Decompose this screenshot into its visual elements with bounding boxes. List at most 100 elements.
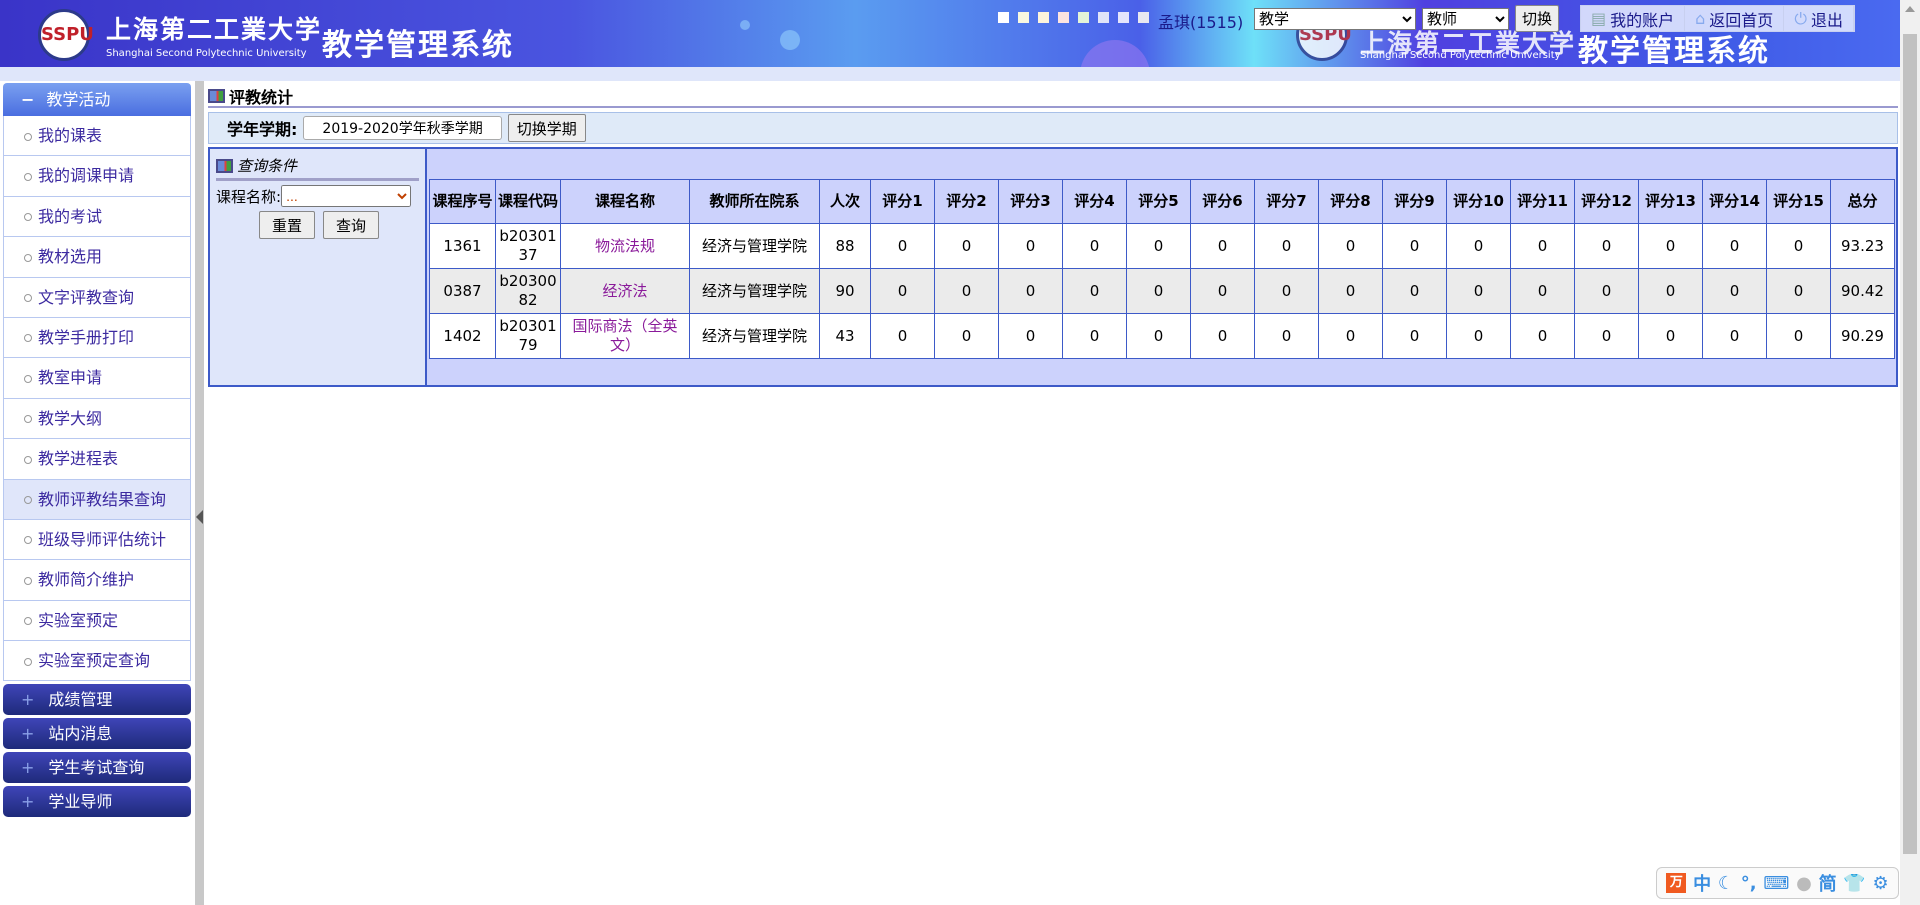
column-header[interactable]: 评分10 xyxy=(1446,179,1511,224)
query-button[interactable]: 查询 xyxy=(323,211,379,239)
sidebar-item[interactable]: 教学进程表 xyxy=(3,439,191,480)
table-cell: 90 xyxy=(819,268,871,314)
theme-swatch[interactable] xyxy=(1018,12,1029,23)
column-header[interactable]: 评分2 xyxy=(934,179,999,224)
collapse-arrow-icon[interactable] xyxy=(196,510,203,524)
column-header[interactable]: 评分3 xyxy=(998,179,1063,224)
table-cell: 0 xyxy=(1446,313,1511,359)
term-value: 2019-2020学年秋季学期 xyxy=(303,116,502,140)
column-header[interactable]: 评分11 xyxy=(1510,179,1575,224)
switch-button[interactable]: 切换 xyxy=(1515,5,1560,32)
column-header[interactable]: 评分8 xyxy=(1318,179,1383,224)
sidebar-item[interactable]: 我的调课申请 xyxy=(3,156,191,197)
column-header[interactable]: 评分1 xyxy=(870,179,935,224)
column-header[interactable]: 评分5 xyxy=(1126,179,1191,224)
sidebar-item[interactable]: 教材选用 xyxy=(3,237,191,278)
sidebar-splitter[interactable] xyxy=(195,81,204,905)
bullet-icon xyxy=(24,657,32,666)
punctuation-icon[interactable]: °, xyxy=(1741,873,1757,894)
column-header[interactable]: 评分4 xyxy=(1062,179,1127,224)
moon-icon[interactable]: ☾ xyxy=(1718,873,1734,894)
table-cell: 0 xyxy=(1766,268,1831,314)
course-name-link[interactable]: 物流法规 xyxy=(560,223,690,269)
results-area: 课程序号 课程代码 课程名称 教师所在院系 人次 评分1 评分2 评分3 评分4 评分5 评分6 评分… xyxy=(427,149,1896,385)
table-cell: 0 xyxy=(1318,268,1383,314)
sidebar-item[interactable]: 实验室预定查询 xyxy=(3,641,191,682)
sidebar-group[interactable]: + 站内消息 xyxy=(3,718,191,750)
my-account-link[interactable]: ▤ 我的账户 xyxy=(1581,6,1686,31)
course-name-select[interactable]: ... xyxy=(281,185,412,207)
column-header[interactable]: 教师所在院系 xyxy=(689,179,820,224)
theme-swatch[interactable] xyxy=(1098,12,1109,23)
sidebar-item[interactable]: 实验室预定 xyxy=(3,600,191,642)
label: 我的账户 xyxy=(1610,10,1675,30)
column-header[interactable]: 课程代码 xyxy=(495,179,561,224)
sidebar-item[interactable]: 我的考试 xyxy=(3,196,191,238)
keyboard-icon[interactable]: ⌨ xyxy=(1763,873,1789,894)
column-header[interactable]: 评分9 xyxy=(1382,179,1447,224)
label: 实验室预定查询 xyxy=(38,651,151,671)
theme-swatch[interactable] xyxy=(998,12,1009,23)
table-cell: 0 xyxy=(1254,313,1319,359)
theme-swatch[interactable] xyxy=(1038,12,1049,23)
ime-simplified[interactable]: 简 xyxy=(1819,870,1837,896)
label: 学业导师 xyxy=(48,792,113,812)
column-header[interactable]: 评分13 xyxy=(1638,179,1703,224)
scrollbar-thumb[interactable] xyxy=(1903,34,1917,854)
column-header[interactable]: 课程名称 xyxy=(560,179,690,224)
home-link[interactable]: ⌂ 返回首页 xyxy=(1685,6,1785,31)
column-header[interactable]: 人次 xyxy=(819,179,871,224)
table-cell: 0 xyxy=(1190,223,1255,269)
sidebar-item[interactable]: 教室申请 xyxy=(3,358,191,399)
sidebar-item[interactable]: 班级导师评估统计 xyxy=(3,519,191,561)
theme-swatch[interactable] xyxy=(1118,12,1129,23)
ime-chinese-mode[interactable]: 中 xyxy=(1693,870,1711,896)
sidebar-item[interactable]: 教学手册打印 xyxy=(3,317,191,359)
sidebar-item[interactable]: 教学大纲 xyxy=(3,398,191,440)
table-cell: 0 xyxy=(934,313,999,359)
theme-swatch[interactable] xyxy=(1058,12,1069,23)
sidebar-item[interactable]: 我的课表 xyxy=(3,116,191,157)
bullet-icon xyxy=(24,294,32,303)
table-cell: 0 xyxy=(870,223,935,269)
course-name-link[interactable]: 经济法 xyxy=(560,268,690,314)
scroll-up-icon[interactable] xyxy=(1905,6,1915,12)
column-header[interactable]: 评分12 xyxy=(1574,179,1639,224)
settings-icon[interactable]: ⚙ xyxy=(1872,873,1888,894)
identity-select[interactable]: 教师 xyxy=(1422,8,1509,30)
table-cell: b2030137 xyxy=(495,223,561,269)
bullet-icon xyxy=(24,213,32,222)
sidebar-group-teaching[interactable]: − 教学活动 xyxy=(3,83,191,116)
logout-link[interactable]: ⏻ 退出 xyxy=(1784,6,1854,31)
table-cell: 0 xyxy=(1190,313,1255,359)
sidebar-item[interactable]: 教师简介维护 xyxy=(3,560,191,601)
column-header[interactable]: 评分14 xyxy=(1702,179,1767,224)
theme-swatch[interactable] xyxy=(1078,12,1089,23)
table-cell: 0 xyxy=(1382,223,1447,269)
user-icon[interactable]: ● xyxy=(1796,873,1812,894)
sidebar-item[interactable]: 文字评教查询 xyxy=(3,277,191,318)
reset-button[interactable]: 重置 xyxy=(259,211,315,239)
column-header[interactable]: 总分 xyxy=(1830,179,1895,224)
label: 我的课表 xyxy=(38,126,103,145)
column-header[interactable]: 课程序号 xyxy=(429,179,496,224)
theme-swatch[interactable] xyxy=(1138,12,1149,23)
label: 教学大纲 xyxy=(38,408,103,428)
table-cell: 0 xyxy=(1126,223,1191,269)
table-row: 1361 b2030137 物流法规 经济与管理学院 88 0 0 0 0 0 0 0 0 0 0 0 0 0 0 0… xyxy=(429,223,1895,269)
column-header[interactable]: 评分15 xyxy=(1766,179,1831,224)
label: 教学手册打印 xyxy=(38,327,135,347)
column-header[interactable]: 评分6 xyxy=(1190,179,1255,224)
ime-toolbar[interactable]: 万 中 ☾ °, ⌨ ● 简 👕 ⚙ xyxy=(1656,867,1899,899)
sidebar-group[interactable]: + 成绩管理 xyxy=(3,684,191,716)
skin-icon[interactable]: 👕 xyxy=(1843,873,1865,894)
column-header[interactable]: 评分7 xyxy=(1254,179,1319,224)
course-name-link[interactable]: 国际商法（全英文） xyxy=(560,313,690,359)
label: 返回首页 xyxy=(1709,10,1774,30)
vertical-scrollbar[interactable] xyxy=(1900,0,1920,905)
role-select[interactable]: 教学 xyxy=(1254,8,1416,30)
sidebar-item[interactable]: 教师评教结果查询 xyxy=(3,479,191,520)
sidebar-group[interactable]: + 学生考试查询 xyxy=(3,752,191,784)
sidebar-group[interactable]: + 学业导师 xyxy=(3,786,191,818)
switch-term-button[interactable]: 切换学期 xyxy=(507,114,586,142)
